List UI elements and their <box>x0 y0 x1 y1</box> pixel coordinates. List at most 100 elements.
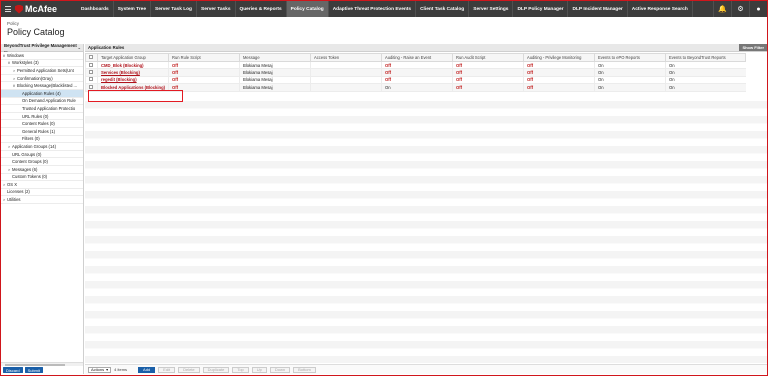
discard-button[interactable]: Discard <box>3 367 23 373</box>
column-header-run-rule-script[interactable]: Run Rule Script <box>168 53 240 62</box>
chevron-down-icon[interactable]: ⌄ <box>77 45 81 51</box>
column-header-auditing-privilege-monitoring[interactable]: Auditing - Privilege Monitoring <box>523 53 595 62</box>
show-filter-button[interactable]: Show Filter <box>739 44 767 51</box>
row-checkbox-cell[interactable] <box>85 61 98 70</box>
tree-node[interactable]: Licenses (2) <box>1 189 83 197</box>
tree-node[interactable]: Content Rules (0) <box>1 120 83 128</box>
nav-tab-dlp-policy-manager[interactable]: DLP Policy Manager <box>513 1 569 17</box>
chevron-right-icon[interactable]: > <box>2 197 6 202</box>
tree-node-label: Custom Tokens (0) <box>12 174 48 180</box>
tree-node[interactable]: Filters (0) <box>1 136 83 144</box>
table-row[interactable]: CMD_Blok (Blocking) Off Blokiama Mesaj Off O… <box>85 61 746 70</box>
column-header-message[interactable]: Message <box>239 53 311 62</box>
tree-node[interactable]: URL Groups (0) <box>1 151 83 159</box>
table-row[interactable]: Blocked Applications (Blocking) Off Blokia… <box>85 83 746 92</box>
actions-label: Actions <box>91 367 105 372</box>
tree-node-label: Content Groups (0) <box>12 159 48 165</box>
top-button[interactable]: Top <box>232 366 249 373</box>
chevron-down-icon[interactable]: ∨ <box>7 60 11 65</box>
tree-node[interactable]: URL Rules (0) <box>1 113 83 121</box>
hamburger-menu-icon[interactable] <box>5 6 11 12</box>
tree-node[interactable]: ∨ Workstyles (3) <box>1 60 83 68</box>
add-button[interactable]: Add <box>138 366 156 373</box>
chevron-down-icon[interactable]: ∨ <box>2 53 6 58</box>
chevron-right-icon[interactable]: > <box>7 144 11 149</box>
tree-node[interactable]: ∨ Windows <box>1 52 83 60</box>
cell-events-to-epo-reports: On <box>598 84 604 90</box>
row-checkbox-cell[interactable] <box>85 68 98 77</box>
nav-tab-client-task-catalog[interactable]: Client Task Catalog <box>416 1 470 17</box>
application-group-link[interactable]: Services (Blocking) <box>101 70 140 75</box>
select-all-checkbox[interactable] <box>89 55 93 59</box>
delete-button[interactable]: Delete <box>178 366 200 373</box>
empty-rows-area <box>85 101 767 363</box>
tree-node-label: URL Groups (0) <box>12 151 42 157</box>
column-header-events-to-epo-reports[interactable]: Events to ePO Reports <box>594 53 666 62</box>
row-checkbox[interactable] <box>89 70 93 75</box>
tree-node[interactable]: On Demand Application Rule <box>1 98 83 106</box>
tree-node[interactable]: > Application Groups (14) <box>1 143 83 151</box>
duplicate-button[interactable]: Duplicate <box>202 366 230 373</box>
select-all-checkbox-cell[interactable] <box>85 53 98 62</box>
column-header-target-application-group[interactable]: Target Application Group <box>97 53 169 62</box>
column-header-run-audit-script[interactable]: Run Audit Script <box>452 53 524 62</box>
nav-tab-dashboards[interactable]: Dashboards <box>77 1 114 17</box>
actions-dropdown[interactable]: Actions ▾ <box>88 366 112 373</box>
brand-name: McAfee <box>25 4 58 14</box>
tree-node[interactable]: Application Rules (4) <box>1 89 83 98</box>
table-body: CMD_Blok (Blocking) Off Blokiama Mesaj Off O… <box>85 61 746 92</box>
column-header-auditing-raise-an-event[interactable]: Auditing - Raise an Event <box>381 53 453 62</box>
tree-node[interactable]: Trusted Application Protectio <box>1 105 83 113</box>
nav-tab-adaptive-threat-protection-events[interactable]: Adaptive Threat Protection Events <box>329 1 417 17</box>
application-group-link[interactable]: regedit (Blocking) <box>101 77 137 82</box>
bottom-button[interactable]: Bottom <box>293 366 316 373</box>
row-checkbox[interactable] <box>89 62 93 67</box>
application-group-link[interactable]: CMD_Blok (Blocking) <box>101 63 144 68</box>
chevron-right-icon[interactable]: > <box>12 76 16 81</box>
tree-node[interactable]: ∨ Blocking Message(Blacklisted ... <box>1 82 83 90</box>
tree-node-label: Windows <box>7 52 24 58</box>
column-header-access-token[interactable]: Access Token <box>310 53 382 62</box>
row-checkbox[interactable] <box>89 84 93 89</box>
column-header-events-to-beyondtrust-reports[interactable]: Events to BeyondTrust Reports <box>665 53 746 62</box>
nav-tab-queries-reports[interactable]: Queries & Reports <box>236 1 287 17</box>
breadcrumb[interactable]: Policy <box>7 21 767 26</box>
nav-tab-dlp-incident-manager[interactable]: DLP Incident Manager <box>568 1 628 17</box>
nav-tab-server-settings[interactable]: Server Settings <box>469 1 514 17</box>
tree-node[interactable]: > OS X <box>1 181 83 189</box>
row-checkbox-cell[interactable] <box>85 76 98 85</box>
gear-icon[interactable]: ⚙ <box>731 1 749 17</box>
tree-node[interactable]: General Rules (1) <box>1 128 83 136</box>
bell-icon[interactable]: 🔔 <box>713 1 731 17</box>
policy-tree-panel: BeyondTrust Privilege Management ... ⌄ ∨… <box>1 43 84 374</box>
submit-button[interactable]: Submit <box>24 367 44 373</box>
nav-tab-active-response-search[interactable]: Active Response Search <box>628 1 693 17</box>
chevron-down-icon[interactable]: ∨ <box>12 83 16 88</box>
tree-node-label: Trusted Application Protectio <box>22 105 76 111</box>
chevron-right-icon[interactable]: > <box>2 182 6 187</box>
up-button[interactable]: Up <box>251 366 267 373</box>
tree-node[interactable]: > Permitted Application Sets(Unt <box>1 67 83 75</box>
nav-tab-server-tasks[interactable]: Server Tasks <box>197 1 236 17</box>
edit-button[interactable]: Edit <box>158 366 176 373</box>
tree-node[interactable]: Content Groups (0) <box>1 158 83 166</box>
tree-node[interactable]: Custom Tokens (0) <box>1 174 83 182</box>
user-icon[interactable]: ● <box>749 1 767 17</box>
nav-tab-server-task-log[interactable]: Server Task Log <box>151 1 197 17</box>
row-checkbox[interactable] <box>89 77 93 82</box>
cell-events-to-epo-reports: On <box>598 77 604 83</box>
tree-node[interactable]: > Confirmation(Gray) <box>1 75 83 83</box>
table-cell: Off <box>168 76 240 85</box>
tree-node-label: Application Groups (14) <box>12 143 56 149</box>
nav-tab-policy-catalog[interactable]: Policy Catalog <box>286 1 329 17</box>
tree-node[interactable]: > Messages (6) <box>1 166 83 174</box>
table-row[interactable]: regedit (Blocking) Off Blokiama Mesaj Off Of… <box>85 76 746 85</box>
rules-table: Target Application Group Run Rule Script M… <box>85 53 746 92</box>
chevron-right-icon[interactable]: > <box>12 68 16 73</box>
tree-node[interactable]: > Utilities <box>1 196 83 204</box>
down-button[interactable]: Down <box>269 366 291 373</box>
chevron-right-icon[interactable]: > <box>7 167 11 172</box>
table-row[interactable]: Services (Blocking) Off Blokiama Mesaj Off O… <box>85 68 746 77</box>
tree-node-label: OS X <box>7 181 18 187</box>
nav-tab-system-tree[interactable]: System Tree <box>114 1 152 17</box>
